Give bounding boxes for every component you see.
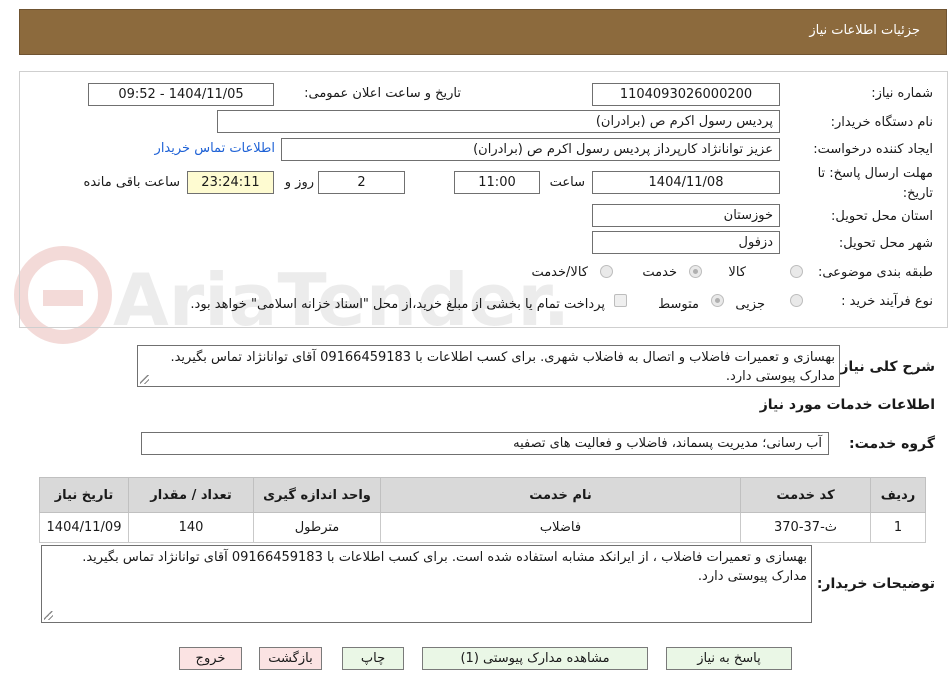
category-option-goods-service: کالا/خدمت: [531, 265, 588, 280]
buyer-org-label: نام دستگاه خریدار:: [830, 115, 933, 130]
city-label: شهر محل تحویل:: [838, 236, 933, 251]
table-row: 1 ث-37-370 فاضلاب مترطول 140 1404/11/09: [39, 512, 926, 543]
category-radio-goods-service[interactable]: [600, 265, 613, 278]
buyer-notes-textarea[interactable]: بهسازی و تعمیرات فاضلاب ، از ایرانکد مشا…: [41, 545, 812, 623]
table-cell: مترطول: [253, 512, 381, 543]
table-cell: 1: [870, 512, 926, 543]
reply-button[interactable]: پاسخ به نیاز: [666, 647, 792, 670]
deadline-label: مهلت ارسال پاسخ: تا تاریخ:: [817, 166, 933, 201]
column-header: کد خدمت: [740, 477, 871, 513]
column-header: ردیف: [870, 477, 926, 513]
need-number-label: شماره نیاز:: [871, 86, 933, 101]
requester-field: عزیز توانانژاد کارپرداز پردیس رسول اکرم …: [281, 138, 780, 161]
description-textarea[interactable]: بهسازی و تعمیرات فاضلاب و اتصال به فاضلا…: [137, 345, 840, 387]
category-option-service: خدمت: [642, 265, 677, 280]
buyer-notes-text: بهسازی و تعمیرات فاضلاب ، از ایرانکد مشا…: [82, 550, 807, 584]
category-radio-service[interactable]: [689, 265, 702, 278]
service-group-label: گروه خدمت:: [849, 436, 935, 452]
services-table: ردیف کد خدمت نام خدمت واحد اندازه گیری ت…: [39, 477, 926, 543]
process-radio-medium[interactable]: [711, 294, 724, 307]
announce-field: 1404/11/05 - 09:52: [88, 83, 274, 106]
service-group-field: آب رسانی؛ مدیریت پسماند، فاضلاب و فعالیت…: [141, 432, 829, 455]
exit-button[interactable]: خروج: [179, 647, 242, 670]
page-title: جزئیات اطلاعات نیاز: [809, 23, 920, 38]
deadline-date-field: 1404/11/08: [592, 171, 780, 194]
print-button[interactable]: چاپ: [342, 647, 404, 670]
view-attachments-button[interactable]: مشاهده مدارک پیوستی (1): [422, 647, 648, 670]
table-cell: 140: [128, 512, 254, 543]
description-text: بهسازی و تعمیرات فاضلاب و اتصال به فاضلا…: [170, 350, 835, 384]
treasury-payment-checkbox[interactable]: [614, 294, 627, 307]
category-radio-goods[interactable]: [790, 265, 803, 278]
services-section-title: اطلاعات خدمات مورد نیاز: [759, 397, 935, 413]
process-option-minor: جزیی: [735, 297, 765, 312]
table-cell: 1404/11/09: [39, 512, 129, 543]
buyer-org-field: پردیس رسول اکرم ص (برادران): [217, 110, 780, 133]
column-header: نام خدمت: [380, 477, 741, 513]
category-label: طبقه بندی موضوعی:: [817, 265, 933, 280]
category-option-goods: کالا: [728, 265, 746, 280]
table-cell: فاضلاب: [380, 512, 741, 543]
city-field: دزفول: [592, 231, 780, 254]
province-label: استان محل تحویل:: [831, 209, 933, 224]
remaining-time-field: 23:24:11: [187, 171, 274, 194]
requester-label: ایجاد کننده درخواست:: [813, 142, 933, 157]
column-header: تعداد / مقدار: [128, 477, 254, 513]
back-button[interactable]: بازگشت: [259, 647, 322, 670]
process-label: نوع فرآیند خرید :: [841, 294, 933, 309]
table-header-row: ردیف کد خدمت نام خدمت واحد اندازه گیری ت…: [39, 477, 926, 513]
process-radio-minor[interactable]: [790, 294, 803, 307]
resize-grip-icon[interactable]: [140, 375, 149, 384]
province-field: خوزستان: [592, 204, 780, 227]
page-header: جزئیات اطلاعات نیاز: [19, 9, 947, 55]
deadline-time-field: 11:00: [454, 171, 540, 194]
buyer-notes-label: توضیحات خریدار:: [816, 576, 935, 592]
time-label: ساعت: [549, 175, 585, 190]
description-label: شرح کلی نیاز:: [834, 359, 935, 375]
resize-grip-icon[interactable]: [44, 611, 53, 620]
table-cell: ث-37-370: [740, 512, 871, 543]
contact-buyer-link[interactable]: اطلاعات تماس خریدار: [155, 141, 275, 156]
announce-label: تاریخ و ساعت اعلان عمومی:: [304, 86, 461, 101]
treasury-payment-note: پرداخت تمام یا بخشی از مبلغ خرید،از محل …: [190, 297, 605, 312]
days-field: 2: [318, 171, 405, 194]
column-header: واحد اندازه گیری: [253, 477, 381, 513]
column-header: تاریخ نیاز: [39, 477, 129, 513]
days-label: روز و: [284, 175, 314, 190]
process-option-medium: متوسط: [658, 297, 699, 312]
remaining-label: ساعت باقی مانده: [83, 175, 180, 190]
need-number-field: 1104093026000200: [592, 83, 780, 106]
